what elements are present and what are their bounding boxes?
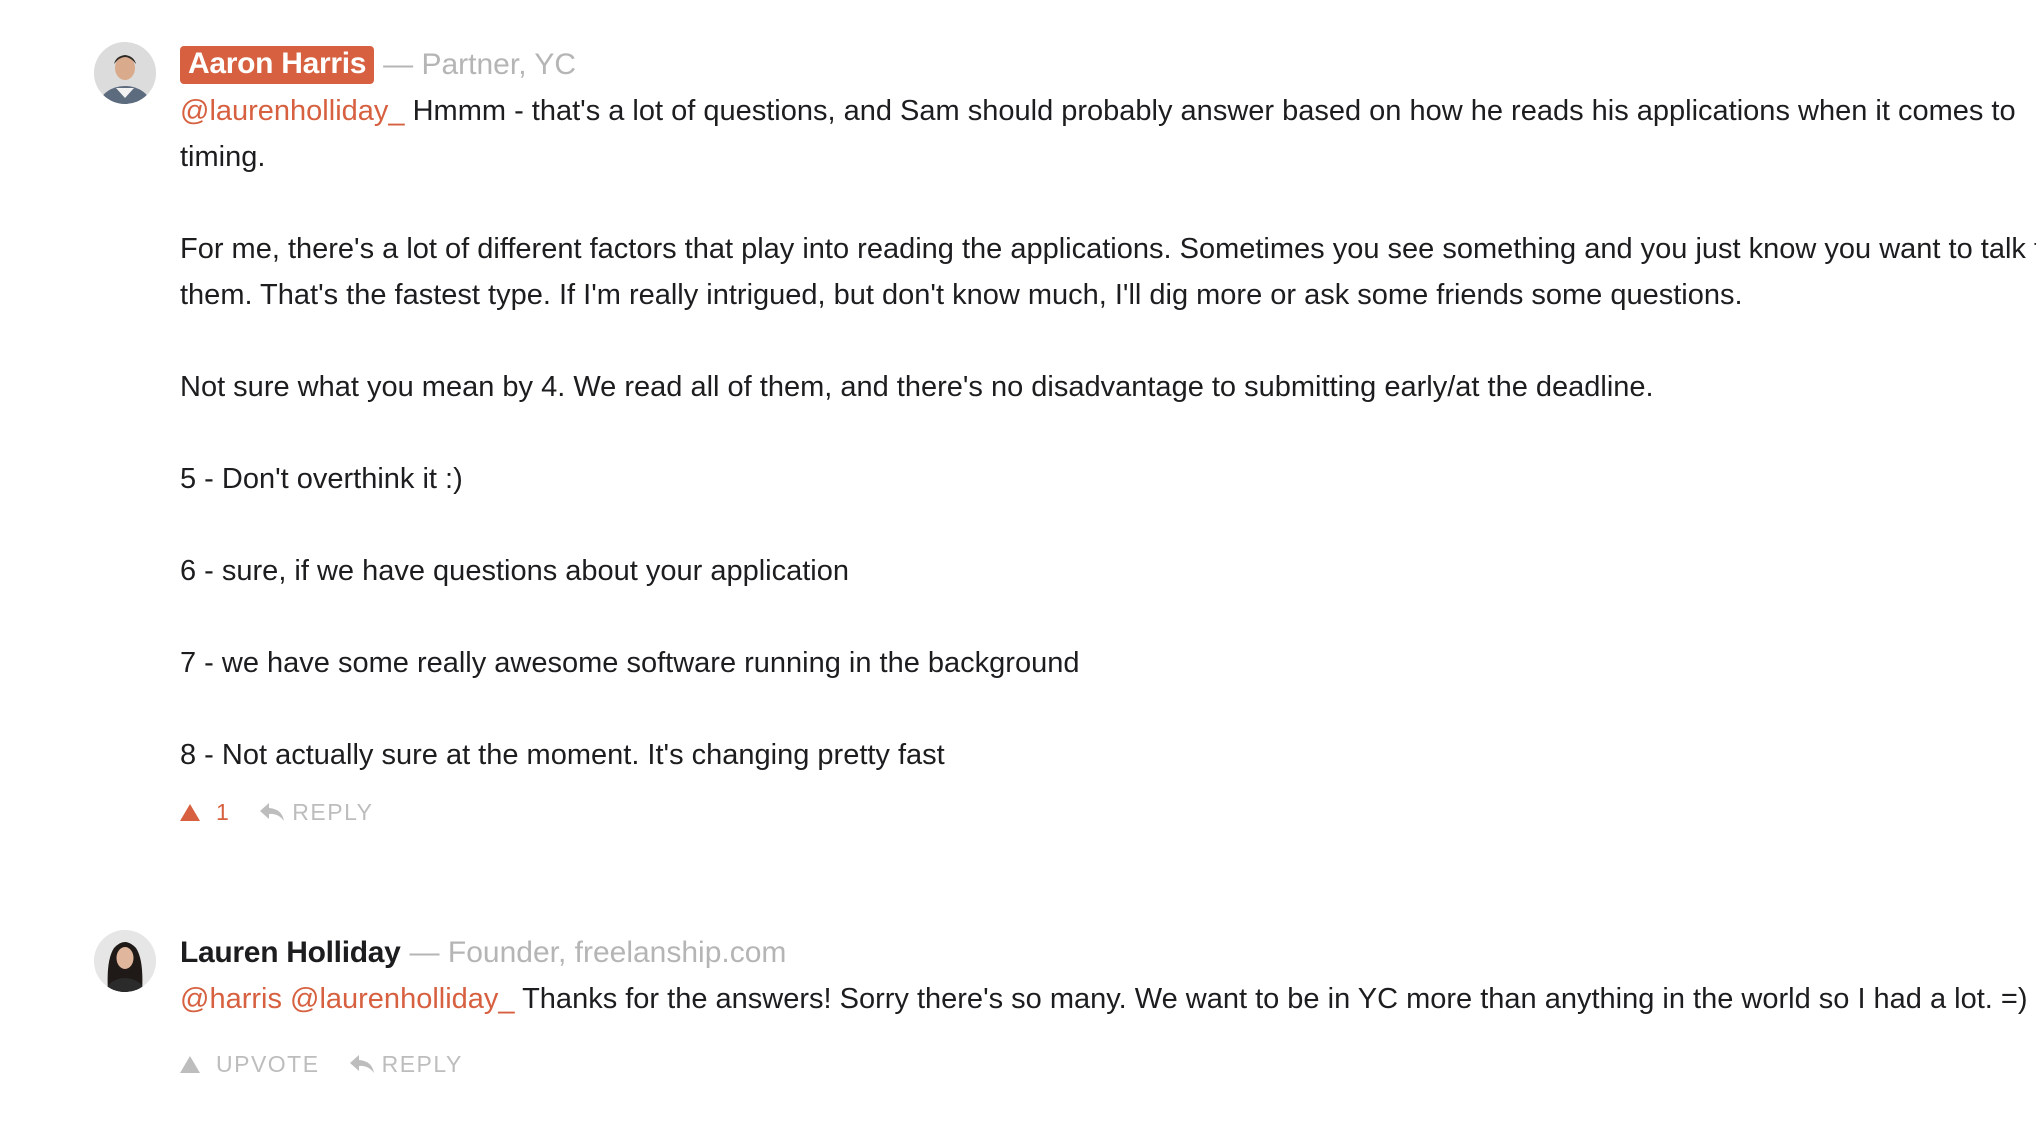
reply-button[interactable]: REPLY [258,799,373,826]
comment-paragraph: 8 - Not actually sure at the moment. It'… [180,739,945,771]
comment-paragraph: 6 - sure, if we have questions about you… [180,555,850,587]
author-name[interactable]: Aaron Harris [180,46,375,84]
comment-paragraph: 7 - we have some really awesome software… [180,647,1080,679]
author-title: — Founder, freelanship.com [409,936,787,969]
comment-content: Lauren Holliday — Founder, freelanship.c… [180,930,2036,1084]
mention-link[interactable]: @harris @laurenholliday_ [180,983,515,1015]
reply-arrow-icon [349,1055,374,1073]
upvote-triangle-icon [180,1055,200,1073]
author-name[interactable]: Lauren Holliday [180,936,401,970]
avatar[interactable] [94,930,156,992]
paragraph-text: Hmmm - that's a lot of questions, and Sa… [180,95,2016,173]
avatar-image [94,42,156,104]
reply-arrow-icon [260,803,285,821]
reply-button[interactable]: REPLY [348,1051,463,1078]
comment-content: Aaron Harris — Partner, YC @laurenhollid… [180,42,2036,832]
comment-header: Aaron Harris — Partner, YC [180,42,2036,88]
comment-paragraph: 5 - Don't overthink it :) [180,463,463,495]
upvote-triangle-icon [180,803,200,821]
paragraph-text: Thanks for the answers! Sorry there's so… [522,983,2028,1015]
reply-label: REPLY [292,798,374,825]
avatar-image [94,930,156,992]
comment-paragraph: Not sure what you mean by 4. We read all… [180,371,1654,403]
comment-body: @laurenholliday_ Hmmm - that's a lot of … [180,88,2036,778]
comment-actions: 1 REPLY [180,792,2036,832]
reply-label: REPLY [381,1050,463,1077]
upvote-label: UPVOTE [216,1050,320,1077]
mention-link[interactable]: @laurenholliday_ [180,95,405,127]
comment: Aaron Harris — Partner, YC @laurenhollid… [94,42,2036,832]
author-title: — Partner, YC [383,48,577,81]
comment-paragraph: @harris @laurenholliday_ Thanks for the … [180,976,2036,1022]
comment-paragraph: For me, there's a lot of different facto… [180,233,2036,311]
comment-body: @harris @laurenholliday_ Thanks for the … [180,976,2036,1022]
upvote-button[interactable]: UPVOTE [180,1051,320,1078]
comment: Lauren Holliday — Founder, freelanship.c… [94,930,2036,1084]
comment-actions: UPVOTE REPLY [180,1044,2036,1084]
upvote-button[interactable]: 1 [180,799,230,826]
comment-paragraph: @laurenholliday_ Hmmm - that's a lot of … [180,88,2036,180]
avatar[interactable] [94,42,156,104]
comment-thread: Aaron Harris — Partner, YC @laurenhollid… [0,0,2036,1134]
upvote-count: 1 [216,798,231,825]
comment-header: Lauren Holliday — Founder, freelanship.c… [180,930,2036,976]
